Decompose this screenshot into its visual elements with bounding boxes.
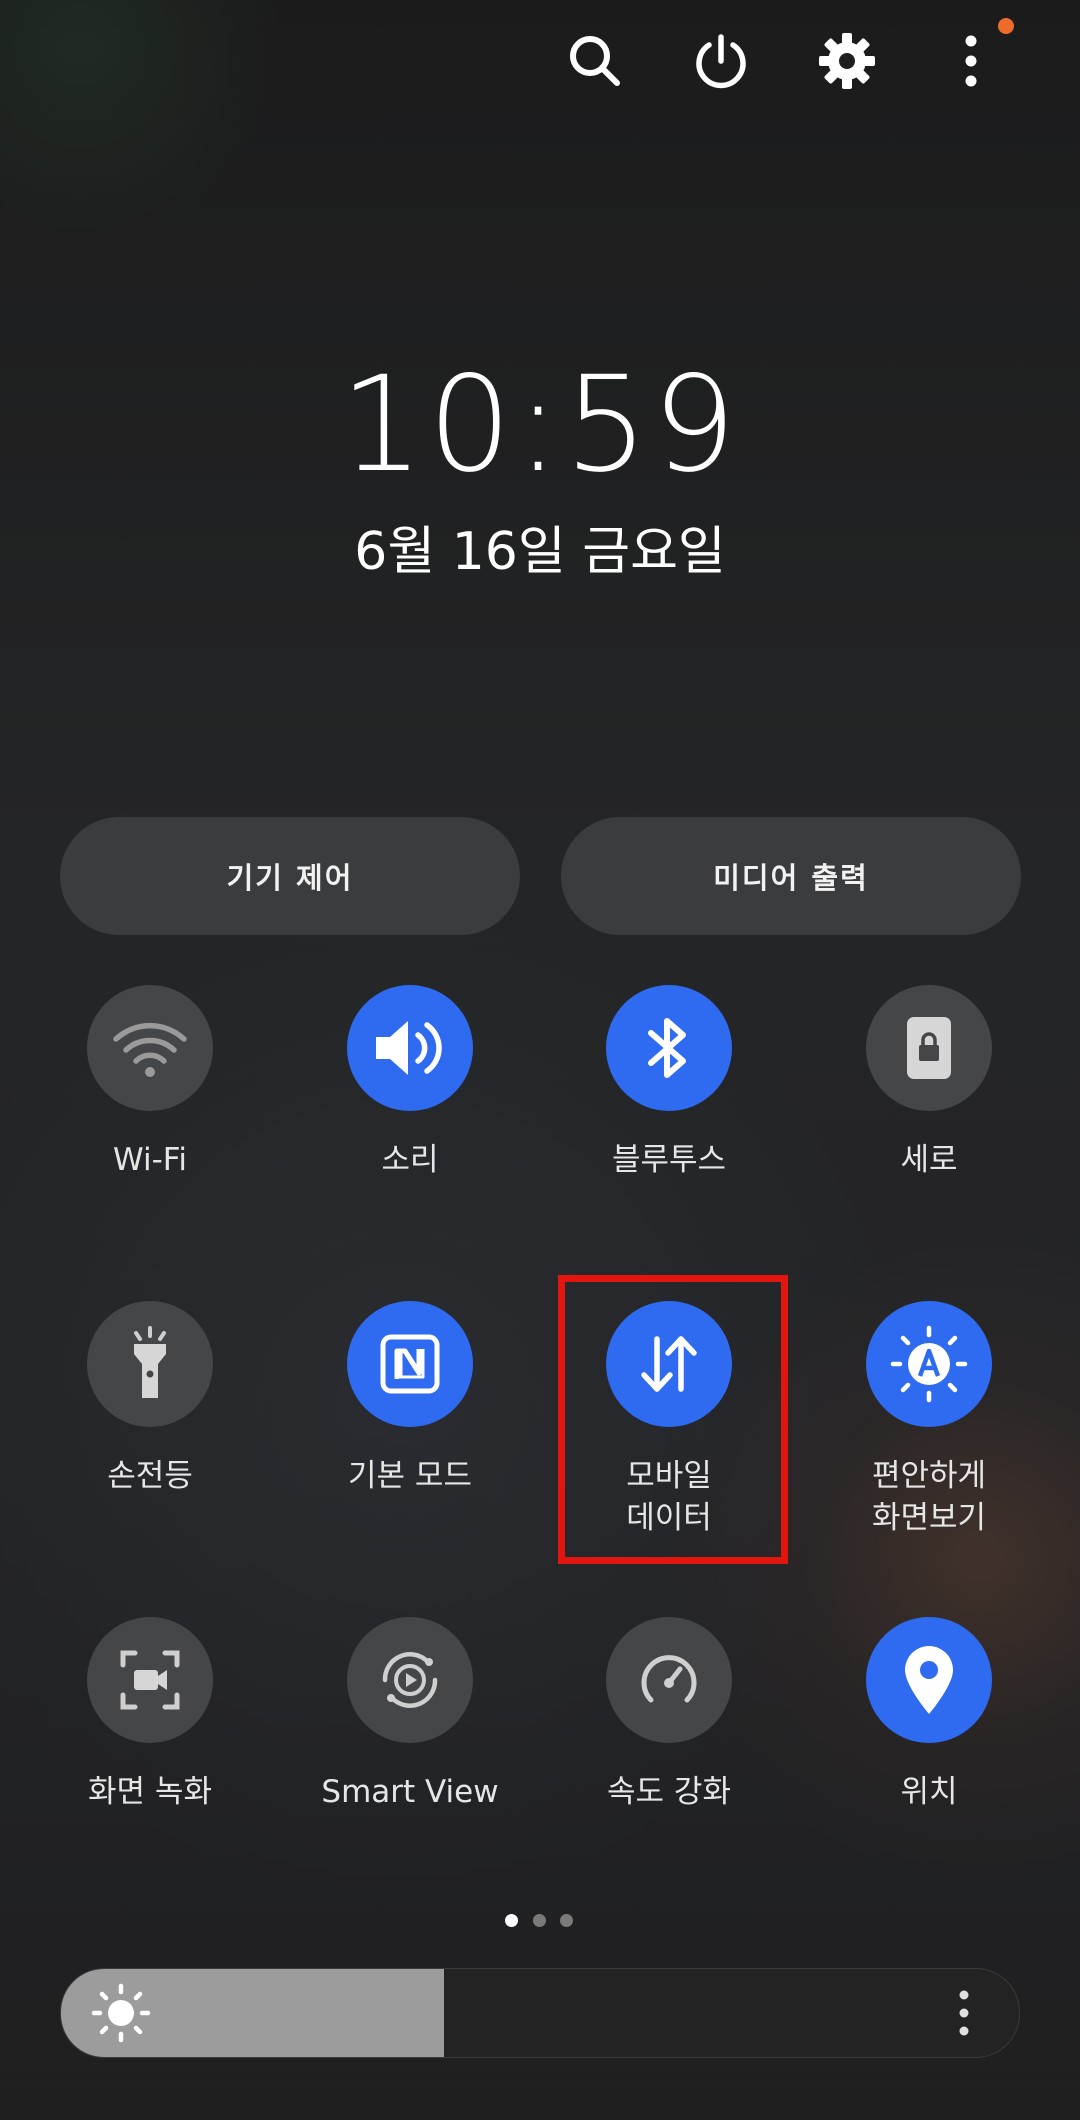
settings-button[interactable]: [814, 28, 880, 94]
tile-eye-comfort[interactable]: 편안하게 화면보기: [829, 1301, 1029, 1561]
eye-comfort-icon: [890, 1325, 968, 1403]
tile-screen-record-label: 화면 녹화: [88, 1774, 212, 1810]
tile-smart-view[interactable]: Smart View: [310, 1617, 510, 1877]
tile-portrait[interactable]: 세로: [829, 985, 1029, 1245]
tile-sound-button[interactable]: [347, 985, 473, 1111]
tile-flashlight[interactable]: 손전등: [50, 1301, 250, 1561]
tile-sound-label: 소리: [381, 1142, 439, 1178]
tile-smart-view-button[interactable]: [347, 1617, 473, 1743]
tile-screen-record[interactable]: 화면 녹화: [50, 1617, 250, 1877]
flashlight-icon: [134, 1326, 166, 1398]
more-options-icon: [965, 35, 977, 87]
tile-flashlight-button[interactable]: [87, 1301, 213, 1427]
wifi-icon: [113, 1022, 187, 1077]
brightness-slider[interactable]: [60, 1968, 1020, 2058]
notification-dot: [998, 18, 1014, 34]
tile-speed-boost-label: 속도 강화: [607, 1774, 731, 1810]
tile-wifi-button[interactable]: [87, 985, 213, 1111]
tile-location-label: 위치: [900, 1774, 958, 1810]
location-icon: [905, 1646, 953, 1714]
tile-bluetooth-label: 블루투스: [611, 1142, 727, 1178]
smart-view-icon: [382, 1652, 438, 1708]
tile-portrait-label: 세로: [900, 1142, 958, 1178]
tile-screen-record-button[interactable]: [87, 1617, 213, 1743]
tile-eye-comfort-button[interactable]: [866, 1301, 992, 1427]
search-icon: [570, 36, 620, 86]
bluetooth-icon: [648, 1018, 686, 1078]
device-control-button[interactable]: 기기 제어: [60, 817, 520, 935]
media-output-label: 미디어 출력: [713, 861, 869, 895]
power-button[interactable]: [688, 28, 754, 94]
sound-icon: [376, 1021, 442, 1075]
page-dot-2[interactable]: [533, 1914, 546, 1927]
tile-speed-boost[interactable]: 속도 강화: [569, 1617, 769, 1877]
media-output-button[interactable]: 미디어 출력: [561, 817, 1021, 935]
brightness-sun-icon: [91, 1983, 151, 2043]
portrait-lock-icon: [907, 1017, 951, 1079]
tile-nfc[interactable]: 기본 모드: [310, 1301, 510, 1561]
tile-nfc-label: 기본 모드: [348, 1458, 472, 1494]
tile-location[interactable]: 위치: [829, 1617, 1029, 1877]
tile-flashlight-label: 손전등: [107, 1458, 193, 1494]
speed-boost-icon: [641, 1655, 697, 1703]
search-button[interactable]: [562, 28, 628, 94]
tile-nfc-button[interactable]: [347, 1301, 473, 1427]
tile-eye-comfort-label: 편안하게 화면보기: [871, 1458, 987, 1536]
device-control-label: 기기 제어: [226, 861, 354, 895]
tile-sound[interactable]: 소리: [310, 985, 510, 1245]
power-icon: [696, 34, 746, 89]
brightness-more-icon[interactable]: [949, 1987, 979, 2039]
page-dot-3[interactable]: [560, 1914, 573, 1927]
more-options-button[interactable]: [938, 28, 1004, 94]
clock-date[interactable]: 6월 16일 금요일: [0, 516, 1080, 588]
settings-icon: [819, 33, 875, 89]
clock-time[interactable]: 10:59: [0, 350, 1080, 500]
screen-record-icon: [120, 1650, 180, 1710]
tile-wifi[interactable]: Wi-Fi: [50, 985, 250, 1245]
tile-speed-boost-button[interactable]: [606, 1617, 732, 1743]
tile-portrait-button[interactable]: [866, 985, 992, 1111]
tile-location-button[interactable]: [866, 1617, 992, 1743]
nfc-icon: [380, 1334, 440, 1394]
page-dot-1[interactable]: [505, 1914, 518, 1927]
tile-bluetooth[interactable]: 블루투스: [569, 985, 769, 1245]
highlight-box: [558, 1275, 788, 1564]
tile-bluetooth-button[interactable]: [606, 985, 732, 1111]
tile-smart-view-label: Smart View: [321, 1774, 499, 1810]
tile-wifi-label: Wi-Fi: [113, 1142, 187, 1178]
